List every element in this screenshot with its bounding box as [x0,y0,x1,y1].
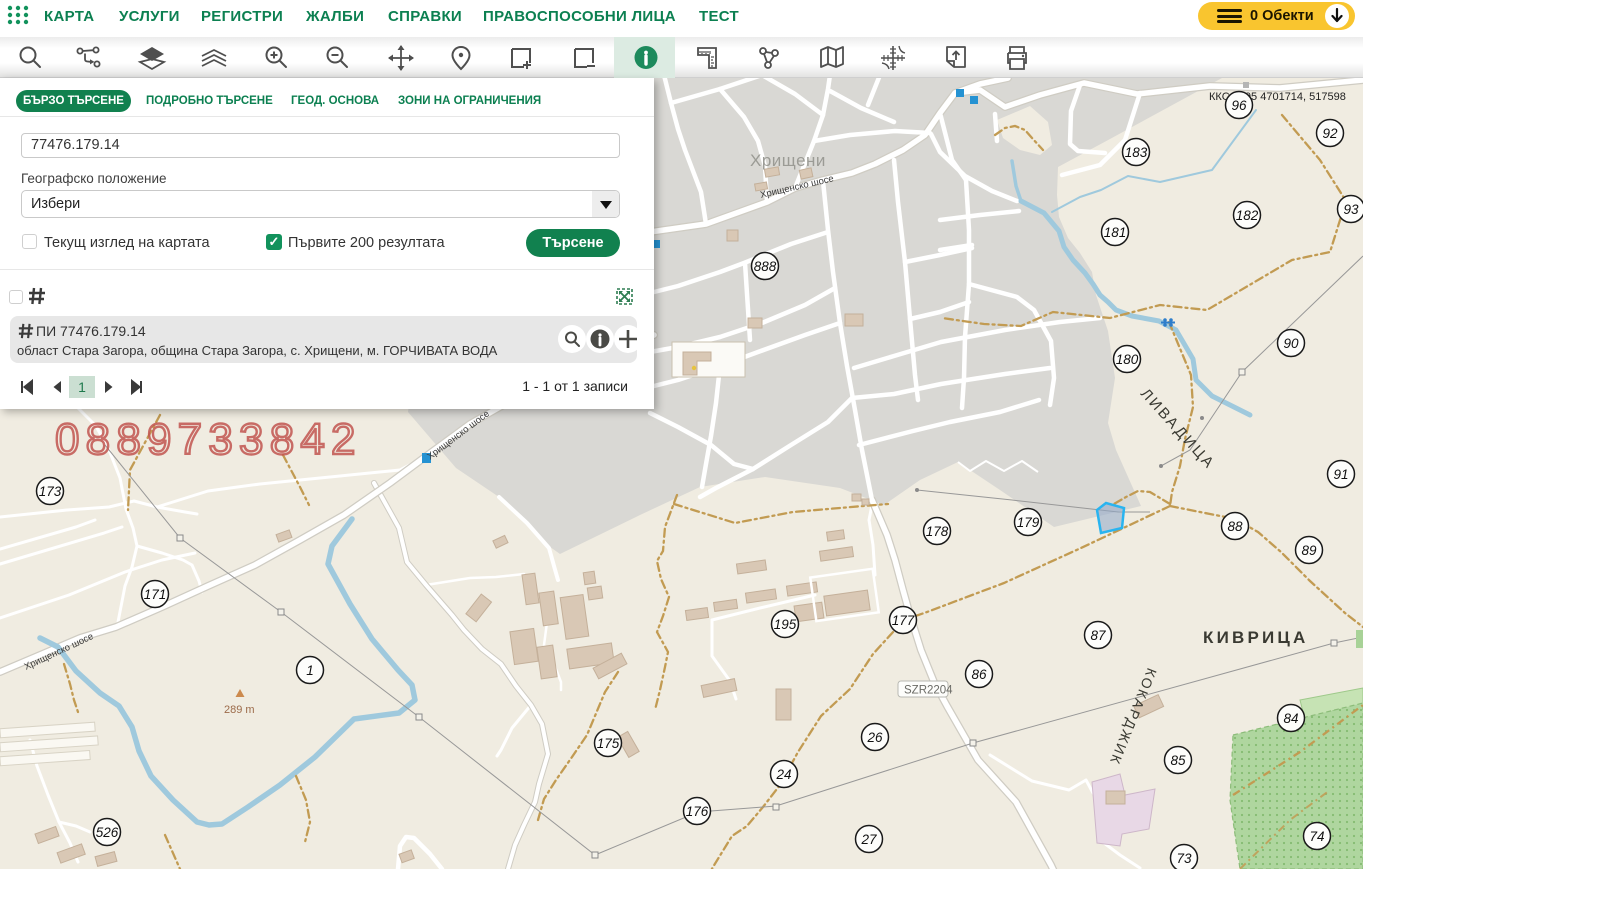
svg-text:27: 27 [860,832,877,847]
svg-text:90: 90 [1283,336,1299,351]
svg-text:178: 178 [926,524,949,539]
svg-text:183: 183 [1125,145,1148,160]
svg-text:171: 171 [144,587,167,602]
svg-text:85: 85 [1170,753,1186,768]
svg-text:86: 86 [971,667,987,682]
svg-text:96: 96 [1231,98,1247,113]
svg-text:176: 176 [686,804,709,819]
svg-text:91: 91 [1333,467,1348,482]
svg-text:73: 73 [1176,851,1192,866]
svg-text:175: 175 [597,736,620,751]
svg-text:89: 89 [1301,543,1317,558]
svg-text:173: 173 [39,484,62,499]
svg-text:180: 180 [1116,352,1139,367]
svg-text:177: 177 [892,613,915,628]
svg-text:182: 182 [1236,208,1259,223]
svg-text:84: 84 [1283,711,1298,726]
svg-text:526: 526 [96,825,119,840]
svg-text:888: 888 [754,259,777,274]
svg-text:93: 93 [1343,202,1359,217]
svg-text:87: 87 [1090,628,1106,643]
svg-text:195: 195 [774,617,797,632]
svg-text:1: 1 [306,663,314,678]
svg-text:26: 26 [866,730,883,745]
svg-text:92: 92 [1322,126,1338,141]
svg-text:88: 88 [1227,519,1243,534]
svg-text:181: 181 [1104,225,1127,240]
svg-text:74: 74 [1309,829,1324,844]
svg-text:179: 179 [1017,515,1040,530]
svg-text:24: 24 [775,767,791,782]
